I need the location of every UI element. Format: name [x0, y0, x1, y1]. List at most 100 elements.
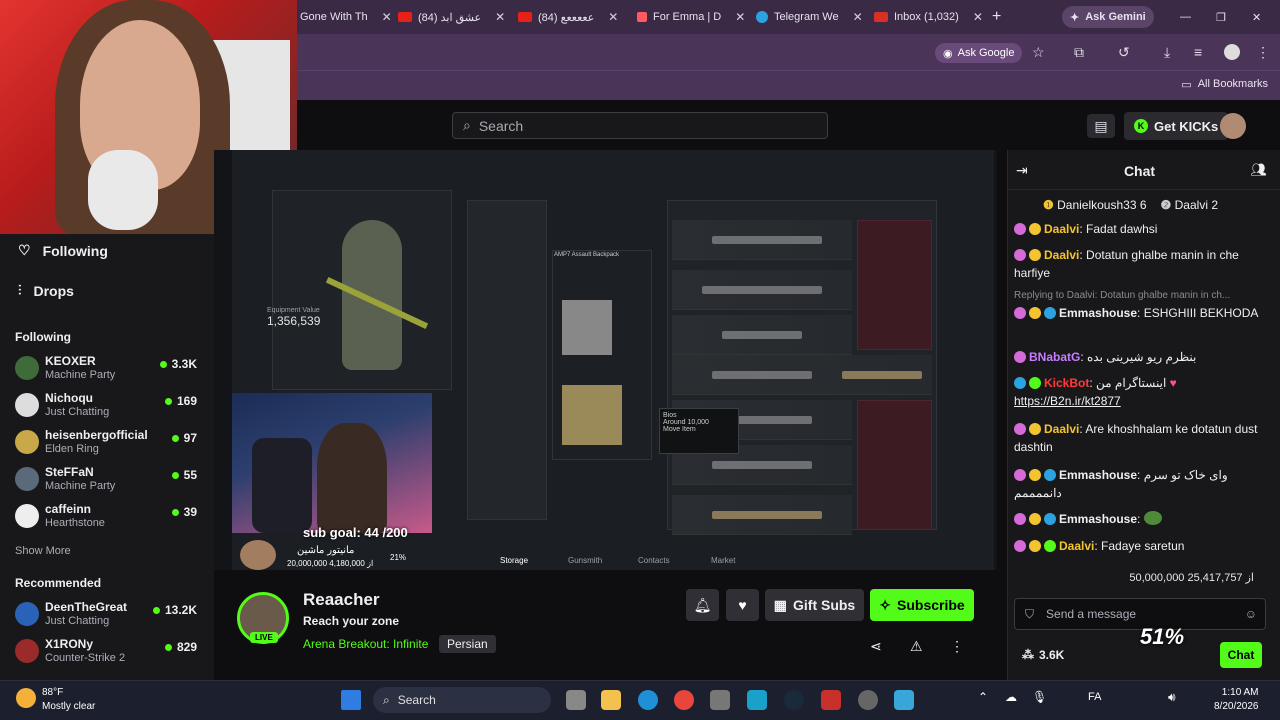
- more-options-icon[interactable]: ⋮: [950, 638, 964, 655]
- chat-username[interactable]: Emmashouse: [1059, 512, 1137, 526]
- subscribe-button[interactable]: ✧ Subscribe: [870, 589, 974, 621]
- chat-username[interactable]: KickBot: [1044, 376, 1089, 390]
- profile-avatar[interactable]: [1224, 44, 1240, 60]
- chat-message[interactable]: Emmashouse: وای خاک تو سرم دانممممم: [1014, 466, 1272, 502]
- steam-icon[interactable]: [784, 690, 804, 710]
- language-tag[interactable]: Persian: [439, 635, 496, 653]
- chat-message[interactable]: KickBot: اینستاگرام من ♥: [1014, 374, 1272, 392]
- gifter-item[interactable]: ❶ Danielkoush33 6: [1043, 198, 1147, 212]
- ask-google-button[interactable]: ◉ Ask Google: [935, 43, 1023, 63]
- chat-username[interactable]: Daalvi: [1044, 422, 1079, 436]
- system-clock[interactable]: 1:10 AM 8/20/2026: [1214, 686, 1259, 714]
- chat-username[interactable]: Emmashouse: [1059, 306, 1137, 320]
- sidebar-channel[interactable]: DeenTheGreat Just Chatting 13.2K: [15, 598, 205, 632]
- sidebar-channel[interactable]: SteFFaN Machine Party 55: [15, 463, 205, 497]
- sidebar-channel[interactable]: Nichoqu Just Chatting 169: [15, 389, 205, 423]
- chat-username[interactable]: Daalvi: [1044, 248, 1079, 262]
- chat-username[interactable]: Daalvi: [1044, 222, 1079, 236]
- search-input[interactable]: ⌕ Search: [452, 112, 828, 139]
- chat-message[interactable]: Daalvi: Are khoshhalam ke dotatun dust d…: [1014, 420, 1272, 456]
- edge-icon[interactable]: [638, 690, 658, 710]
- weather-icon[interactable]: [16, 688, 36, 708]
- sidebar-link-drops[interactable]: ⫶ Drops: [18, 282, 74, 299]
- mic-icon[interactable]: 🎙︎: [1032, 690, 1047, 704]
- sidebar-channel[interactable]: caffeinn Hearthstone 39: [15, 500, 205, 534]
- chat-message[interactable]: Daalvi: Fadaye saretun: [1014, 537, 1272, 555]
- windows-start-icon[interactable]: [341, 690, 361, 710]
- streamer-name[interactable]: Reaacher: [303, 590, 380, 610]
- maximize-button[interactable]: ❐: [1216, 6, 1226, 28]
- task-view-icon[interactable]: [566, 690, 586, 710]
- weather-widget[interactable]: 88°F Mostly clear: [42, 686, 95, 714]
- get-kicks-button[interactable]: K Get KICKs: [1124, 112, 1229, 140]
- sidebar-channel[interactable]: KEOXER Machine Party 3.3K: [15, 352, 205, 386]
- minimize-button[interactable]: —: [1180, 6, 1191, 28]
- chat-message[interactable]: Daalvi: Fadat dawhsi: [1014, 220, 1272, 238]
- show-more-link[interactable]: Show More: [15, 545, 71, 557]
- close-icon[interactable]: ✕: [735, 10, 745, 24]
- sidebar-channel[interactable]: X1RONy Counter-Strike 2 829: [15, 635, 205, 669]
- chat-link[interactable]: https://B2n.ir/kt2877: [1014, 392, 1272, 410]
- chat-message[interactable]: Emmashouse: ESHGHIII BEKHODA: [1014, 304, 1272, 322]
- share-icon[interactable]: ⋖: [870, 638, 882, 655]
- browser-tab[interactable]: (84) عشق ابد ✕: [398, 6, 505, 28]
- file-explorer-icon[interactable]: [601, 690, 621, 710]
- cloud-icon[interactable]: ☁: [1005, 690, 1017, 704]
- avatar: [15, 504, 39, 528]
- browser-tab[interactable]: (84) عععععع ✕: [518, 6, 618, 28]
- close-icon[interactable]: ✕: [853, 10, 863, 24]
- download-icon[interactable]: ⤓: [1164, 44, 1170, 61]
- store-icon[interactable]: [710, 690, 730, 710]
- app-icon[interactable]: [858, 690, 878, 710]
- viewer-count-text: 829: [176, 640, 197, 654]
- chat-message[interactable]: Emmashouse:: [1014, 510, 1272, 528]
- app-icon[interactable]: [821, 690, 841, 710]
- user-avatar[interactable]: [1220, 113, 1246, 139]
- rewards-icon[interactable]: ▤: [1087, 114, 1115, 138]
- browser-tab[interactable]: Gone With Th ✕: [300, 6, 392, 28]
- notifications-button[interactable]: 🔔︎: [686, 589, 719, 621]
- close-icon[interactable]: ✕: [382, 10, 392, 24]
- star-icon[interactable]: ☆: [1032, 44, 1045, 61]
- close-window-button[interactable]: ✕: [1252, 6, 1261, 28]
- report-icon[interactable]: ⚠: [910, 638, 923, 655]
- all-bookmarks[interactable]: ▭ All Bookmarks: [1181, 78, 1268, 91]
- users-icon[interactable]: 👥︎: [1250, 162, 1267, 178]
- chat-input-placeholder: Send a message: [1046, 607, 1137, 621]
- gift-subs-button[interactable]: ▦ Gift Subs: [765, 589, 864, 621]
- app-icon[interactable]: [747, 690, 767, 710]
- chevron-up-icon[interactable]: ⌃: [978, 690, 988, 704]
- close-icon[interactable]: ✕: [608, 10, 618, 24]
- extensions-icon[interactable]: ⧉: [1074, 44, 1084, 61]
- gifter-item[interactable]: ❷ Daalvi 2: [1161, 198, 1219, 212]
- chat-username[interactable]: Daalvi: [1059, 539, 1094, 553]
- chat-send-button[interactable]: Chat: [1220, 642, 1262, 668]
- follow-button[interactable]: ♥: [726, 589, 759, 621]
- chrome-icon[interactable]: [674, 690, 694, 710]
- menu-icon[interactable]: ⋮: [1256, 44, 1270, 61]
- browser-tab[interactable]: Inbox (1,032) ✕: [874, 6, 983, 28]
- speaker-icon[interactable]: 🔊︎: [1168, 690, 1176, 705]
- badge-icon: [1029, 223, 1041, 235]
- stream-category-link[interactable]: Arena Breakout: Infinite: [303, 637, 428, 651]
- keyboard-language[interactable]: FA: [1088, 691, 1101, 703]
- following-link-label: Following: [42, 242, 108, 259]
- browser-tab[interactable]: For Emma | D ✕: [637, 6, 745, 28]
- taskbar-search[interactable]: ⌕ Search: [373, 687, 551, 713]
- ask-gemini-button[interactable]: ✦ Ask Gemini: [1062, 6, 1154, 28]
- chat-message[interactable]: Daalvi: Dotatun ghalbe manin in che harf…: [1014, 246, 1272, 282]
- chat-username[interactable]: Emmashouse: [1059, 468, 1137, 482]
- close-icon[interactable]: ✕: [495, 10, 505, 24]
- chat-message[interactable]: BNabatG: بنظرم ریو شیرینی بده: [1014, 348, 1272, 366]
- sidebar-channel[interactable]: heisenbergofficial Elden Ring 97: [15, 426, 205, 460]
- sidebar-link-following[interactable]: ♡ Following: [18, 242, 108, 259]
- history-icon[interactable]: ↺: [1118, 44, 1130, 61]
- browser-tab[interactable]: Telegram We ✕: [756, 6, 863, 28]
- search-icon: ⌕: [463, 117, 471, 133]
- chat-username[interactable]: BNabatG: [1029, 350, 1080, 364]
- new-tab-button[interactable]: +: [992, 6, 1001, 28]
- emoji-icon[interactable]: ☺: [1245, 607, 1257, 621]
- close-icon[interactable]: ✕: [973, 10, 983, 24]
- app-icon[interactable]: [894, 690, 914, 710]
- media-icon[interactable]: ≡: [1194, 44, 1202, 60]
